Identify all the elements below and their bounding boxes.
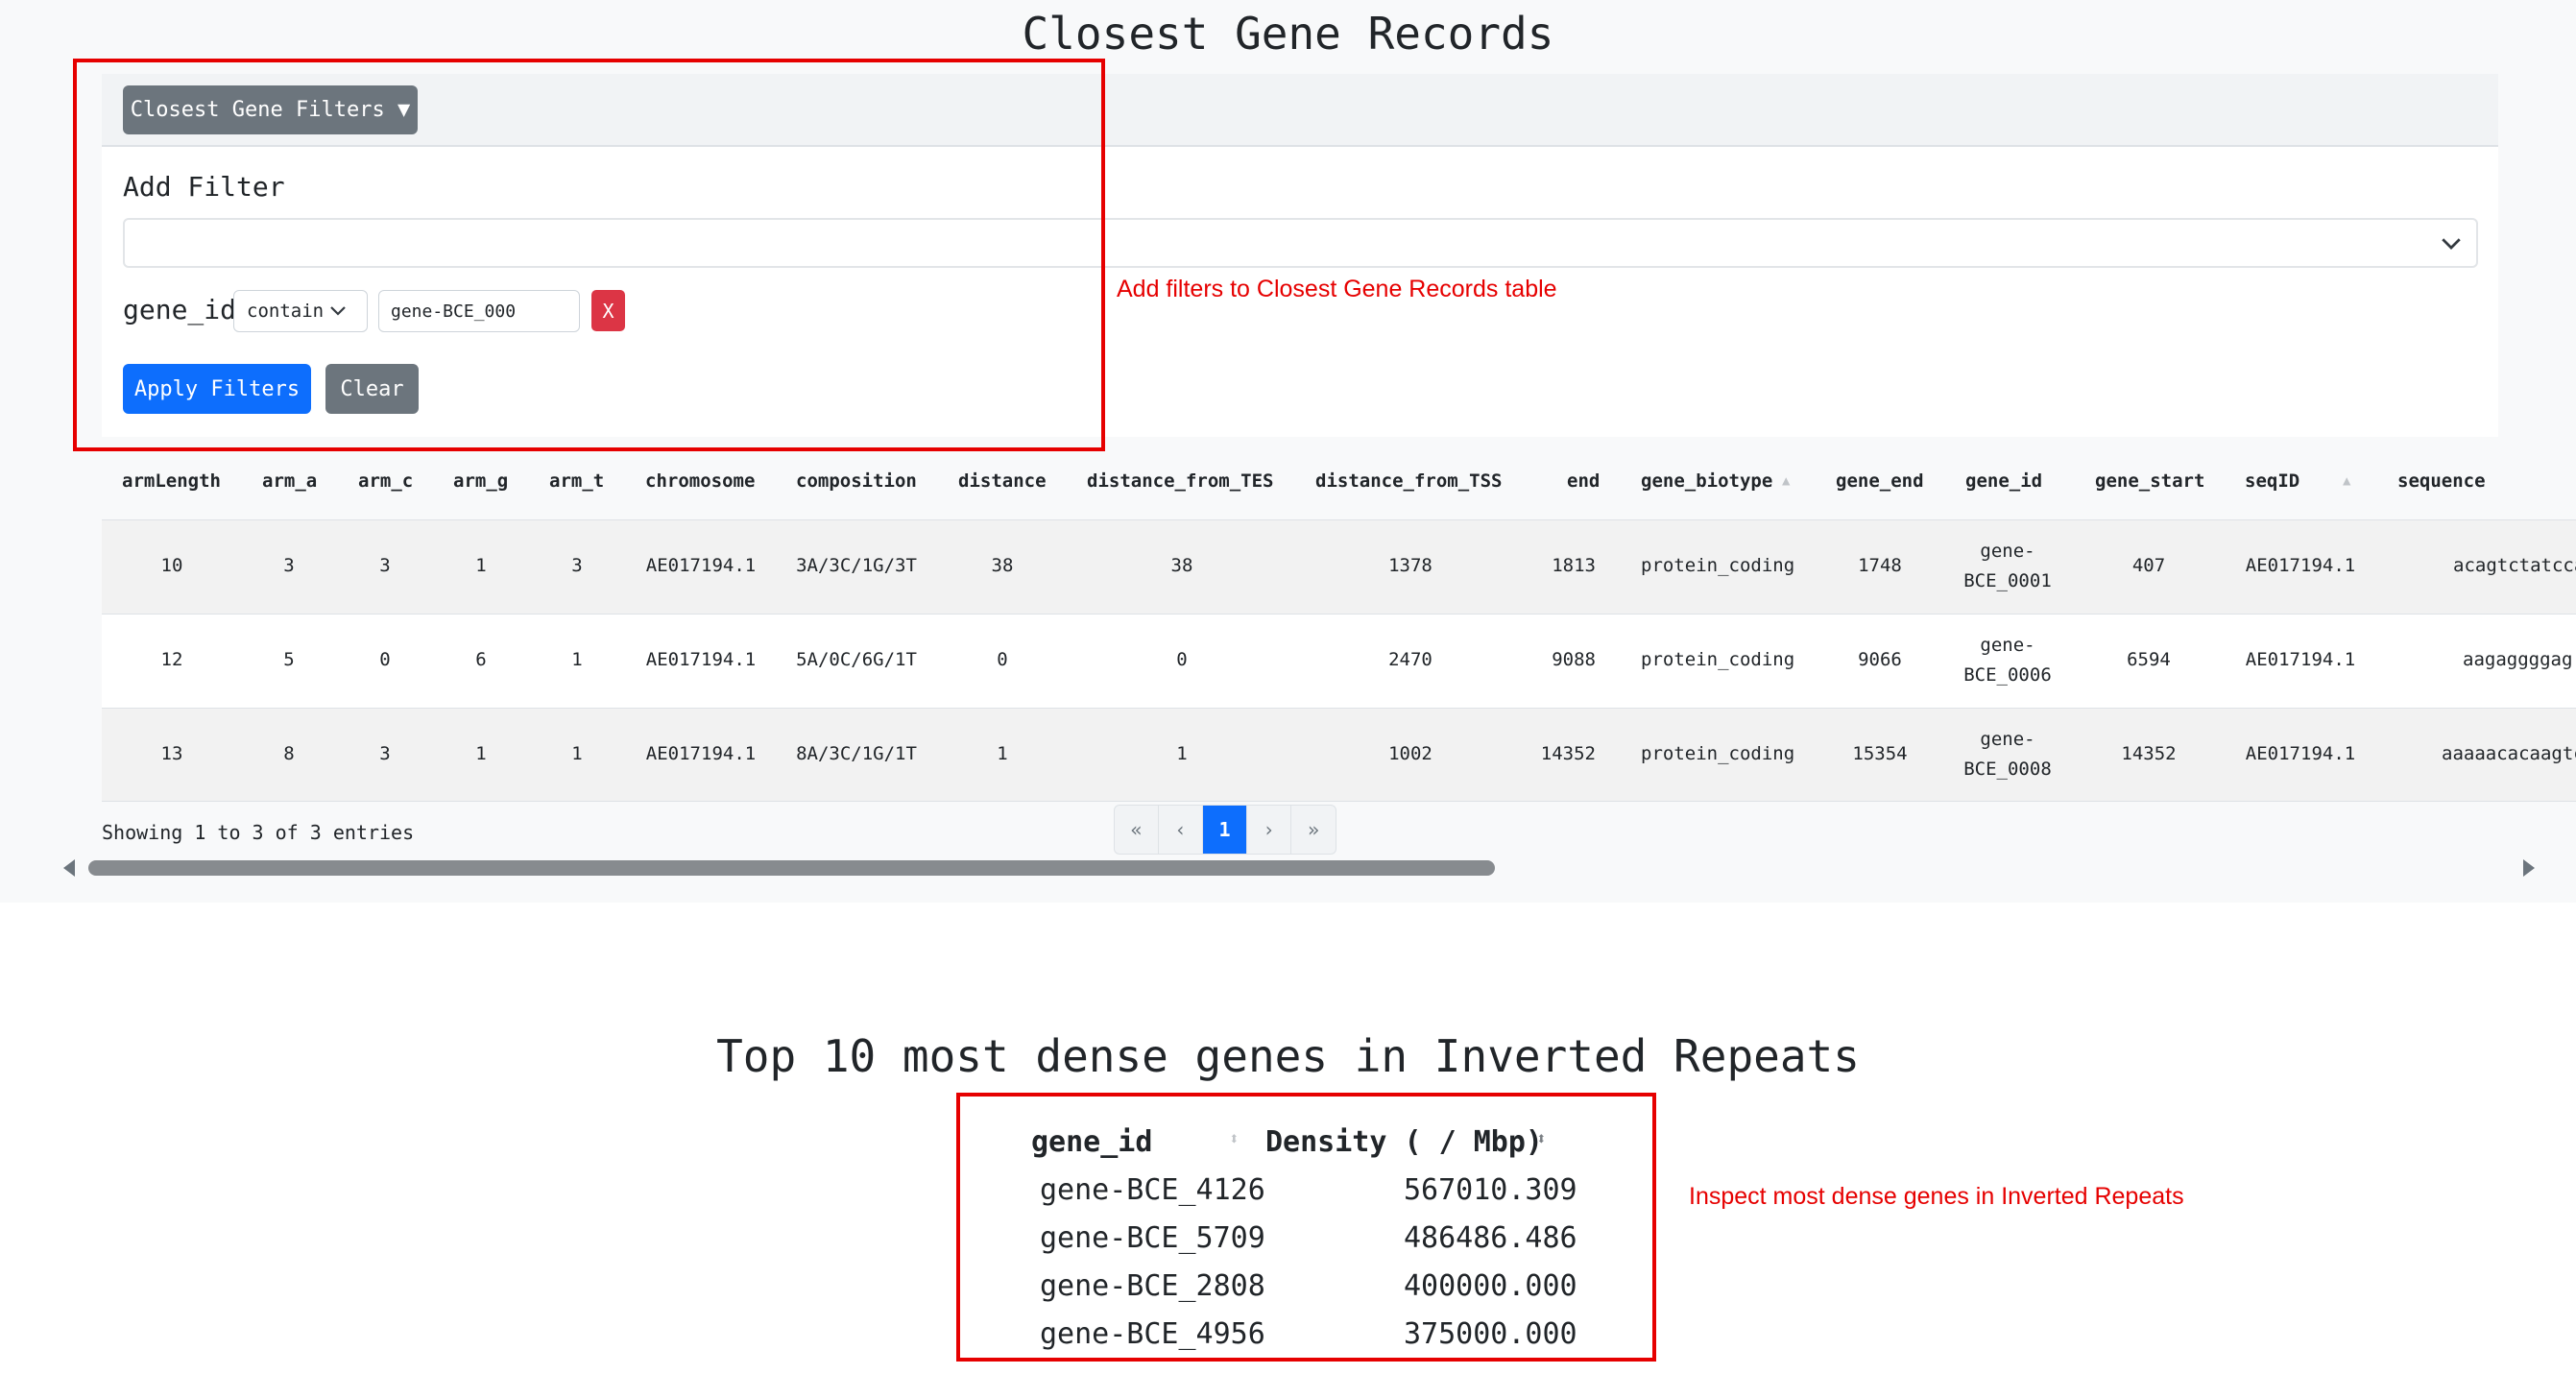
table-cell: 1813	[1552, 555, 1596, 576]
table-cell: 1	[571, 743, 583, 764]
table-cell: 1378	[1388, 555, 1432, 576]
table-cell: 0	[1176, 649, 1188, 670]
scroll-left-arrow-icon[interactable]	[63, 859, 75, 877]
column-header[interactable]: seqID	[2245, 470, 2299, 492]
previous-page-button[interactable]: ‹	[1159, 806, 1203, 854]
gene-id-suffix: BCE_0006	[1963, 664, 2052, 686]
column-header[interactable]: gene_id	[1965, 470, 2042, 492]
table-cell: AE017194.1	[645, 743, 757, 764]
column-header[interactable]: arm_a	[262, 470, 317, 492]
horizontal-scrollbar[interactable]	[88, 860, 1495, 876]
table-cell: 38	[991, 555, 1014, 576]
gene-id-prefix: gene-	[1980, 635, 2035, 656]
page-1-button[interactable]: 1	[1203, 806, 1247, 854]
chevron-down-icon	[2442, 238, 2461, 250]
annotation-box	[956, 1093, 1656, 1362]
gene-id-cell: gene- BCE_0001	[1963, 537, 2052, 596]
table-cell: 13	[160, 743, 183, 764]
gene-id-cell: gene- BCE_0006	[1963, 631, 2052, 690]
table-cell: 1	[571, 649, 583, 670]
annotation-box	[73, 59, 1105, 451]
table-cell: 38	[1170, 555, 1193, 576]
gene-id-prefix: gene-	[1980, 541, 2035, 562]
section-title: Top 10 most dense genes in Inverted Repe…	[716, 1030, 1860, 1082]
table-cell: 14352	[2121, 743, 2177, 764]
gene-id-cell: gene- BCE_0008	[1963, 725, 2052, 784]
column-header[interactable]: gene_biotype	[1641, 470, 1772, 492]
column-header[interactable]: arm_c	[358, 470, 413, 492]
column-header[interactable]: armLength	[122, 470, 221, 492]
gene-id-prefix: gene-	[1980, 729, 2035, 750]
table-cell: 14352	[1540, 743, 1596, 764]
column-header[interactable]: distance	[958, 470, 1047, 492]
gene-id-suffix: BCE_0008	[1963, 759, 2052, 780]
table-cell: 5	[283, 649, 295, 670]
table-cell: 1	[997, 743, 1008, 764]
annotation-text: Inspect most dense genes in Inverted Rep…	[1689, 1183, 2184, 1210]
table-cell: AE017194.1	[645, 555, 757, 576]
table-cell: 1	[1176, 743, 1188, 764]
last-page-button[interactable]: »	[1291, 806, 1336, 854]
table-cell: 1	[475, 555, 487, 576]
table-cell: 3	[571, 555, 583, 576]
table-cell: protein_coding	[1641, 743, 1795, 764]
column-header[interactable]: gene_end	[1836, 470, 1924, 492]
table-cell: 9088	[1552, 649, 1596, 670]
pagination: « ‹ 1 › »	[1114, 805, 1336, 855]
table-cell: AE017194.1	[2245, 743, 2356, 764]
page-title: Closest Gene Records	[1022, 8, 1554, 60]
table-cell: AE017194.1	[2245, 555, 2356, 576]
table-cell: aagaggggag	[2463, 649, 2573, 670]
next-page-button[interactable]: ›	[1247, 806, 1291, 854]
table-cell: protein_coding	[1641, 649, 1795, 670]
table-cell: 12	[160, 649, 183, 670]
column-header[interactable]: sequence	[2397, 470, 2486, 492]
table-row	[102, 614, 2576, 708]
table-cell: 3	[379, 743, 391, 764]
annotation-text: Add filters to Closest Gene Records tabl…	[1117, 276, 1557, 302]
table-cell: 407	[2131, 555, 2166, 576]
sort-icon: ▲	[2343, 473, 2351, 489]
column-header[interactable]: composition	[796, 470, 917, 492]
table-cell: protein_coding	[1641, 555, 1795, 576]
table-cell: 5A/0C/6G/1T	[796, 649, 917, 670]
column-header[interactable]: arm_g	[453, 470, 508, 492]
table-row	[102, 708, 2576, 802]
column-header[interactable]: end	[1567, 470, 1600, 492]
column-header[interactable]: gene_start	[2095, 470, 2204, 492]
sort-icon: ▲	[1782, 473, 1791, 489]
table-cell: 3	[379, 555, 391, 576]
table-cell: 6	[475, 649, 487, 670]
table-cell: 2470	[1388, 649, 1432, 670]
table-cell: 0	[379, 649, 391, 670]
table-cell: acagtctatcca	[2453, 555, 2576, 576]
table-cell: 10	[160, 555, 183, 576]
table-cell: 3A/3C/1G/3T	[796, 555, 917, 576]
table-row	[102, 519, 2576, 614]
column-header[interactable]: distance_from_TES	[1087, 470, 1273, 492]
table-cell: 3	[283, 555, 295, 576]
gene-id-suffix: BCE_0001	[1963, 570, 2052, 591]
column-header[interactable]: chromosome	[645, 470, 755, 492]
table-cell: 8	[283, 743, 295, 764]
table-cell: 9066	[1858, 649, 1902, 670]
table-cell: 15354	[1852, 743, 1908, 764]
column-header[interactable]: distance_from_TSS	[1315, 470, 1502, 492]
table-cell: 1002	[1388, 743, 1432, 764]
table-cell: 6594	[2127, 649, 2171, 670]
column-header[interactable]: arm_t	[549, 470, 604, 492]
table-info: Showing 1 to 3 of 3 entries	[102, 821, 415, 844]
table-cell: 1748	[1858, 555, 1902, 576]
table-cell: AE017194.1	[2245, 649, 2356, 670]
table-cell: 1	[475, 743, 487, 764]
table-cell: 0	[997, 649, 1008, 670]
table-cell: aaaaacacaagtc	[2442, 743, 2576, 764]
table-cell: AE017194.1	[645, 649, 757, 670]
scroll-right-arrow-icon[interactable]	[2523, 859, 2535, 877]
first-page-button[interactable]: «	[1115, 806, 1159, 854]
table-cell: 8A/3C/1G/1T	[796, 743, 917, 764]
